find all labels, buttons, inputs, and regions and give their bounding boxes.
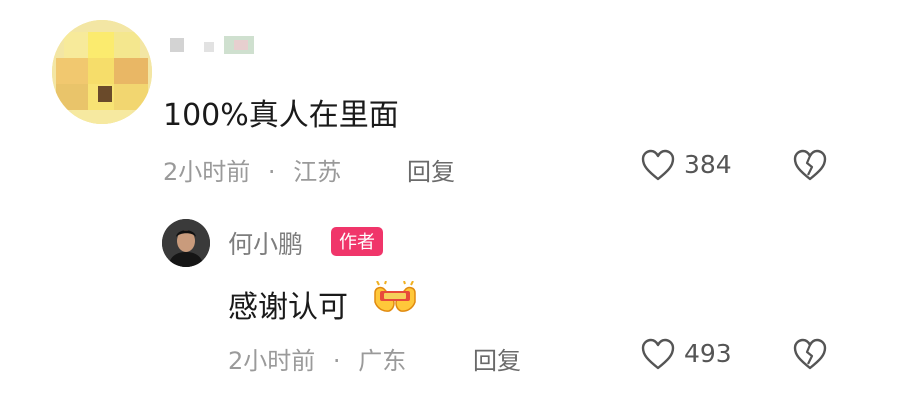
like-heart-icon[interactable] bbox=[640, 148, 676, 182]
like-heart-icon[interactable] bbox=[640, 337, 676, 371]
name-mosaic-tile bbox=[204, 42, 214, 52]
reply-author-avatar[interactable] bbox=[162, 219, 210, 267]
avatar-mosaic-tile bbox=[88, 32, 114, 58]
avatar-mosaic-tile bbox=[72, 110, 132, 124]
reply-button[interactable]: 回复 bbox=[407, 152, 455, 187]
clapping-hands-emoji-icon bbox=[372, 281, 416, 312]
reply-meta: 2小时前 · 广东 bbox=[228, 341, 406, 376]
avatar-mosaic-tile bbox=[56, 58, 88, 84]
avatar-mosaic-tile bbox=[114, 84, 148, 110]
reply-location: 广东 bbox=[358, 347, 407, 375]
reply-time: 2小时前 bbox=[228, 347, 316, 375]
avatar-mosaic-tile bbox=[98, 86, 112, 102]
dislike-broken-heart-icon[interactable] bbox=[792, 148, 828, 182]
comment-time: 2小时前 bbox=[163, 158, 251, 186]
comment-text: 100%真人在里面 bbox=[163, 98, 399, 133]
commenter-avatar[interactable] bbox=[52, 20, 152, 124]
meta-separator: · bbox=[332, 347, 341, 375]
like-count: 384 bbox=[684, 150, 732, 179]
reply-to-reply-button[interactable]: 回复 bbox=[473, 341, 521, 376]
comment-meta: 2小时前 · 江苏 bbox=[163, 152, 341, 187]
comment-location: 江苏 bbox=[293, 158, 342, 186]
reply-text: 感谢认可 bbox=[228, 290, 348, 325]
reply-like-count: 493 bbox=[684, 339, 732, 368]
author-badge: 作者 bbox=[331, 227, 383, 256]
commenter-name-blurred bbox=[164, 36, 264, 60]
name-mosaic-tile bbox=[170, 38, 184, 52]
avatar-mosaic-tile bbox=[56, 84, 88, 110]
meta-separator: · bbox=[267, 158, 276, 186]
reply-author-name[interactable]: 何小鹏 bbox=[228, 225, 303, 261]
avatar-mosaic-tile bbox=[114, 32, 140, 58]
avatar-mosaic-tile bbox=[114, 58, 148, 84]
avatar-mosaic-tile bbox=[88, 58, 114, 84]
name-mosaic-tile bbox=[234, 40, 248, 50]
dislike-broken-heart-icon[interactable] bbox=[792, 337, 828, 371]
avatar-mosaic-tile bbox=[64, 32, 88, 58]
